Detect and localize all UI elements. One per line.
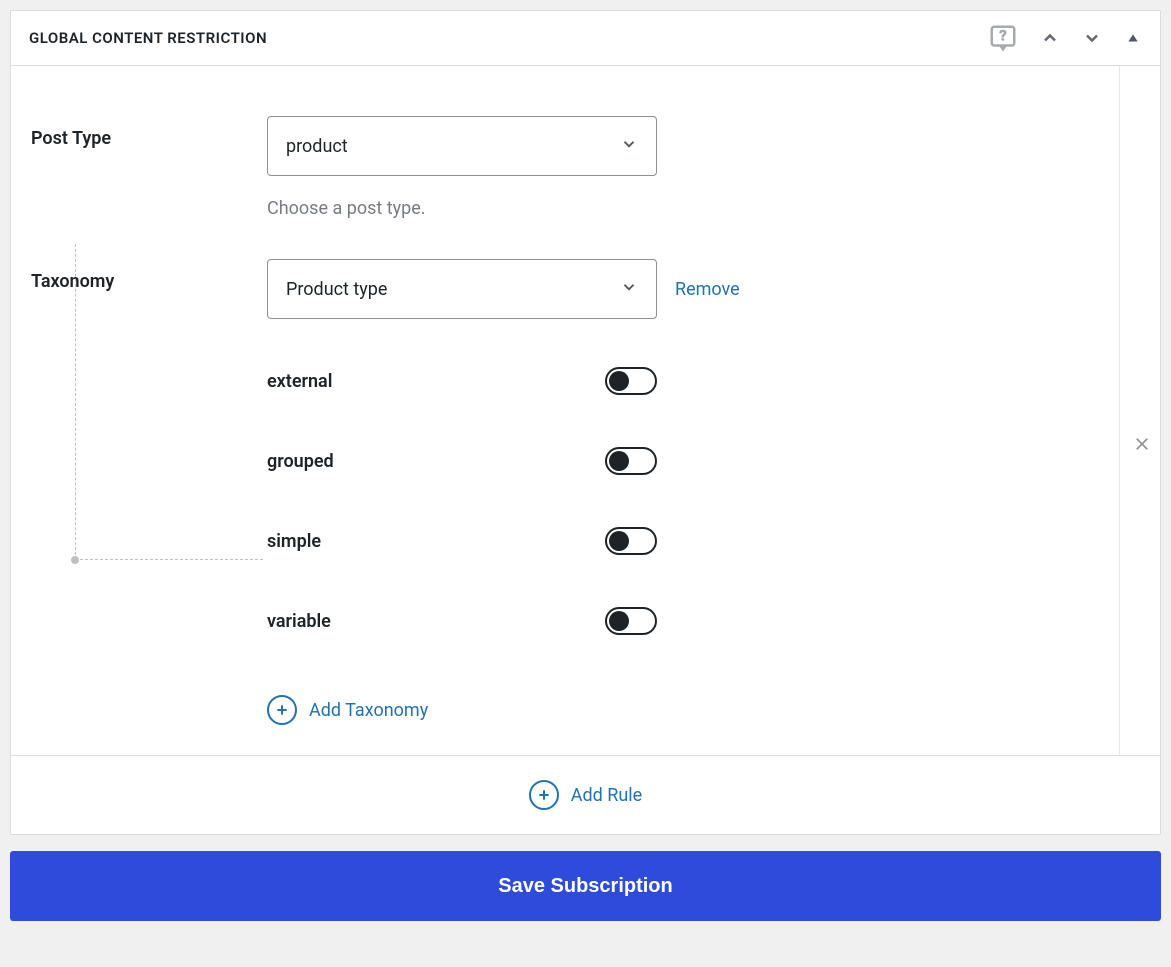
svg-text:?: ? bbox=[999, 27, 1006, 45]
remove-taxonomy-link[interactable]: Remove bbox=[675, 279, 740, 300]
post-type-label: Post Type bbox=[31, 116, 267, 149]
close-icon[interactable] bbox=[1132, 432, 1152, 460]
toggle-knob bbox=[609, 451, 629, 471]
toggle-knob bbox=[609, 531, 629, 551]
toggle-knob bbox=[609, 611, 629, 631]
chevron-down-icon[interactable] bbox=[1082, 28, 1102, 48]
help-icon[interactable]: ? bbox=[988, 23, 1018, 53]
panel-title: GLOBAL CONTENT RESTRICTION bbox=[29, 29, 267, 47]
collapse-triangle-icon[interactable] bbox=[1124, 29, 1142, 47]
post-type-value: product bbox=[286, 136, 348, 157]
content-area: Post Type product Choose a post type. bbox=[11, 66, 1120, 755]
taxonomy-option-row: external bbox=[267, 367, 657, 395]
tree-line bbox=[75, 244, 76, 560]
panel-header-actions: ? bbox=[988, 23, 1142, 53]
add-taxonomy-button[interactable]: Add Taxonomy bbox=[267, 695, 1099, 725]
taxonomy-select[interactable]: Product type bbox=[267, 259, 657, 319]
post-type-row: Post Type product Choose a post type. bbox=[31, 116, 1099, 219]
toggle-simple[interactable] bbox=[605, 527, 657, 555]
panel-body: Post Type product Choose a post type. bbox=[11, 66, 1160, 834]
taxonomy-option-row: variable bbox=[267, 607, 657, 635]
post-type-content: product Choose a post type. bbox=[267, 116, 1099, 219]
taxonomy-row: Taxonomy Product type Remove bbox=[31, 259, 1099, 635]
panel-footer: Add Rule bbox=[11, 755, 1160, 834]
add-taxonomy-label: Add Taxonomy bbox=[309, 700, 428, 721]
chevron-up-icon[interactable] bbox=[1040, 28, 1060, 48]
panel-header: GLOBAL CONTENT RESTRICTION ? bbox=[11, 11, 1160, 66]
taxonomy-select-wrap: Product type Remove bbox=[267, 259, 1099, 319]
taxonomy-option-label: simple bbox=[267, 531, 321, 552]
taxonomy-options-list: external grouped simple bbox=[267, 367, 657, 635]
post-type-help: Choose a post type. bbox=[267, 198, 1099, 219]
plus-icon bbox=[267, 695, 297, 725]
taxonomy-option-row: grouped bbox=[267, 447, 657, 475]
taxonomy-option-row: simple bbox=[267, 527, 657, 555]
taxonomy-option-label: external bbox=[267, 371, 332, 392]
tree-dot bbox=[71, 556, 79, 564]
toggle-knob bbox=[609, 371, 629, 391]
save-subscription-button[interactable]: Save Subscription bbox=[10, 851, 1161, 921]
add-rule-button[interactable]: Add Rule bbox=[529, 780, 642, 810]
tree-line bbox=[75, 559, 263, 560]
taxonomy-label: Taxonomy bbox=[31, 259, 267, 292]
chevron-down-icon bbox=[620, 135, 638, 158]
add-rule-label: Add Rule bbox=[571, 785, 642, 806]
chevron-down-icon bbox=[620, 278, 638, 301]
toggle-grouped[interactable] bbox=[605, 447, 657, 475]
plus-icon bbox=[529, 780, 559, 810]
taxonomy-value: Product type bbox=[286, 279, 387, 300]
taxonomy-option-label: variable bbox=[267, 611, 331, 632]
taxonomy-option-label: grouped bbox=[267, 451, 334, 472]
toggle-variable[interactable] bbox=[605, 607, 657, 635]
content-restriction-panel: GLOBAL CONTENT RESTRICTION ? bbox=[10, 10, 1161, 835]
toggle-external[interactable] bbox=[605, 367, 657, 395]
taxonomy-content: Product type Remove external bbox=[267, 259, 1099, 635]
post-type-select[interactable]: product bbox=[267, 116, 657, 176]
